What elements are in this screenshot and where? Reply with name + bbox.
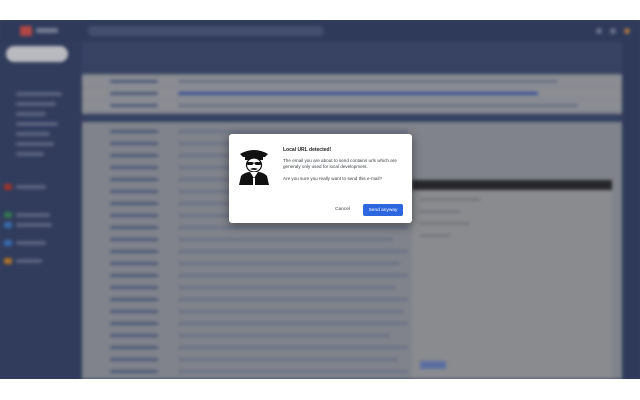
local-url-warning-dialog: Local URL detected! The email you are ab… — [229, 134, 412, 223]
dialog-question: Are you sure you really want to send thi… — [283, 176, 383, 181]
cancel-button[interactable]: Cancel — [335, 207, 350, 212]
police-officer-icon — [237, 145, 271, 185]
dialog-message: The email you are about to send contains… — [283, 158, 397, 169]
send-anyway-button[interactable]: Send anyway — [363, 204, 403, 216]
dialog-title: Local URL detected! — [283, 147, 332, 153]
